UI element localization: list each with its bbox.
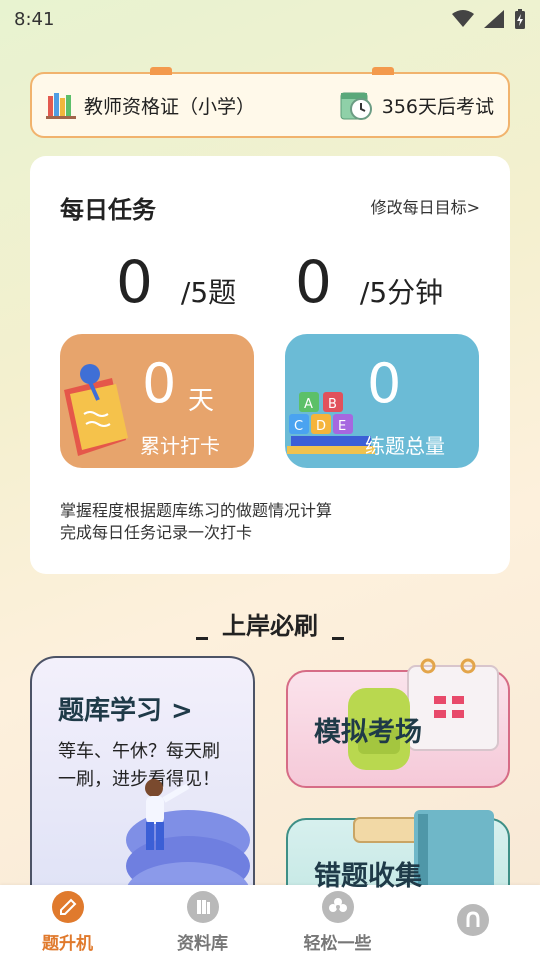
exam-countdown: 356天后考试: [338, 87, 494, 123]
status-time: 8:41: [14, 8, 55, 30]
mock-exam-card[interactable]: 模拟考场: [286, 658, 510, 788]
practice-total-tile[interactable]: C D E A B 0 练题总量: [285, 334, 479, 468]
task-note: 掌握程度根据题库练习的做题情况计算 完成每日任务记录一次打卡: [60, 500, 332, 544]
section-title: 上岸必刷: [0, 606, 540, 641]
books-icon: [46, 93, 76, 119]
pinned-note-icon: [64, 364, 128, 456]
daily-task-card: 每日任务 修改每日目标> 0 /5题 0 /5分钟 0 天 累计打卡 C D E…: [30, 156, 510, 574]
wifi-icon: [452, 10, 474, 27]
banner-hanger: [372, 67, 394, 75]
pencil-icon: [51, 891, 84, 923]
minutes-goal: /5分钟: [359, 276, 444, 309]
exam-subject-label: 教师资格证（小学）: [84, 95, 256, 118]
svg-text:E: E: [338, 419, 346, 434]
nav-item-relax[interactable]: 轻松一些: [283, 891, 393, 954]
practice-total-label: 练题总量: [365, 434, 445, 458]
checkin-count: 0: [142, 352, 177, 415]
checkin-label: 累计打卡: [140, 434, 220, 458]
alphabet-blocks-icon: C D E A B: [287, 392, 375, 454]
checkin-tile[interactable]: 0 天 累计打卡: [60, 334, 254, 468]
battery-icon: [515, 9, 525, 29]
nav-item-label: 资料库: [177, 934, 228, 954]
minutes-stat: 0 /5分钟: [295, 248, 443, 316]
nav-item-library[interactable]: 资料库: [148, 891, 258, 954]
minutes-done: 0: [295, 248, 332, 316]
banner-hanger: [150, 67, 172, 75]
status-icons: [452, 9, 526, 29]
questions-done: 0: [116, 248, 153, 316]
title-dash: [332, 637, 344, 640]
mock-exam-title: 模拟考场: [314, 717, 422, 748]
exam-subject[interactable]: 教师资格证（小学）: [46, 90, 255, 120]
title-dash: [196, 637, 208, 640]
task-note-line: 完成每日任务记录一次打卡: [60, 523, 253, 542]
svg-text:B: B: [328, 397, 337, 412]
exam-banner[interactable]: 教师资格证（小学） 356天后考试: [30, 67, 510, 138]
status-bar: 8:41: [0, 0, 540, 38]
edit-daily-goal-link[interactable]: 修改每日目标>: [371, 194, 480, 218]
question-bank-card[interactable]: 题库学习 > 等车、午休？每天刷一刷，进步看得见！: [30, 656, 255, 906]
checkin-unit: 天: [188, 386, 215, 416]
nav-item-label: 轻松一些: [303, 934, 372, 954]
question-bank-title: 题库学习 >: [58, 696, 193, 726]
nav-item-profile[interactable]: [418, 903, 528, 942]
questions-stat: 0 /5题: [116, 248, 236, 316]
daily-task-title: 每日任务: [60, 196, 156, 224]
section-title-text: 上岸必刷: [222, 612, 318, 640]
clock-icon: [340, 92, 372, 120]
task-note-line: 掌握程度根据题库练习的做题情况计算: [60, 501, 333, 520]
wrong-questions-title: 错题收集: [314, 861, 422, 892]
svg-text:C: C: [294, 419, 303, 434]
bottom-nav: 题升机 资料库 轻松一些: [0, 885, 540, 960]
nav-item-label: 题升机: [42, 934, 93, 954]
svg-text:D: D: [316, 419, 326, 434]
signal-icon: [484, 10, 504, 28]
countdown-label: 356天后考试: [381, 95, 494, 118]
practice-total-count: 0: [367, 352, 402, 415]
svg-text:A: A: [304, 397, 313, 412]
clover-icon: [321, 891, 354, 923]
book-icon: [186, 891, 219, 923]
questions-goal: /5题: [180, 276, 237, 309]
profile-icon: [456, 903, 489, 936]
nav-item-home[interactable]: 题升机: [13, 891, 123, 954]
